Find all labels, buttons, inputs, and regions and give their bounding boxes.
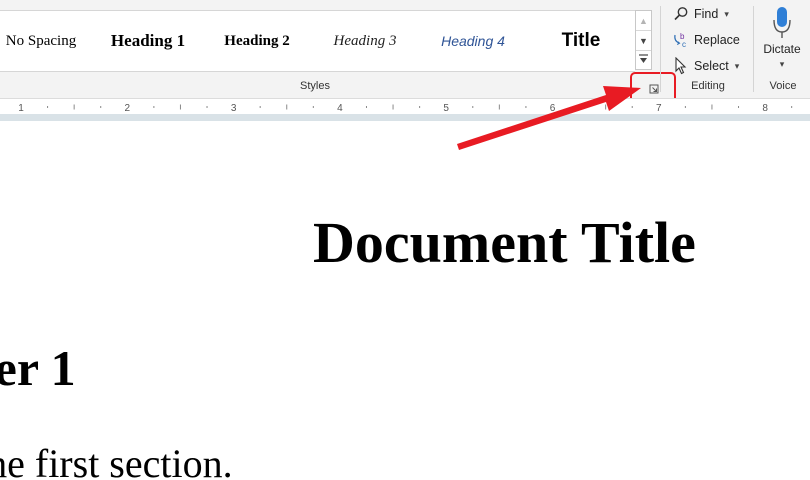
- styles-gallery-scroller: ▲ ▼: [635, 10, 652, 70]
- body-text: the first section.: [0, 441, 233, 480]
- ruler-number: 6: [550, 103, 556, 114]
- editing-group-label: Editing: [691, 80, 725, 92]
- voice-group-label: Voice: [769, 80, 797, 92]
- ruler-margin-strip: [0, 114, 810, 121]
- style-heading-4[interactable]: Heading 4: [424, 11, 522, 71]
- group-divider: [660, 6, 661, 92]
- replace-icon: b c: [672, 31, 690, 49]
- document-title: Document Title: [313, 210, 696, 275]
- ruler-number: 4: [337, 103, 343, 114]
- select-label: Select: [694, 59, 729, 73]
- style-title[interactable]: Title: [540, 11, 622, 71]
- ribbon: No Spacing Heading 1 Heading 2 Heading 3…: [0, 0, 810, 108]
- chapter-heading: ter 1: [0, 340, 76, 396]
- styles-group-label: Styles: [300, 80, 330, 92]
- styles-dialog-launcher-icon[interactable]: [647, 82, 661, 96]
- chevron-down-icon[interactable]: ▾: [724, 9, 729, 20]
- chevron-down-icon[interactable]: ▾: [758, 59, 806, 70]
- svg-text:c: c: [682, 40, 686, 49]
- ruler-number: 1: [18, 103, 24, 114]
- ruler-number: 7: [656, 103, 662, 114]
- style-heading-2[interactable]: Heading 2: [212, 11, 302, 71]
- styles-gallery: No Spacing Heading 1 Heading 2 Heading 3…: [0, 10, 635, 72]
- gallery-more-icon[interactable]: [636, 49, 651, 68]
- ruler-number: 5: [443, 103, 449, 114]
- gallery-expand-icon: [639, 53, 648, 63]
- chevron-down-icon[interactable]: ▾: [735, 61, 740, 72]
- ruler-ticks: 1 2 3 4 5 6 7 8: [18, 103, 793, 114]
- ruler-number: 2: [125, 103, 131, 114]
- gallery-scroll-down-icon[interactable]: ▼: [636, 30, 651, 51]
- search-icon: [672, 6, 690, 22]
- replace-label: Replace: [694, 33, 740, 47]
- horizontal-ruler[interactable]: 1 2 3 4 5 6 7 8: [0, 98, 810, 115]
- style-no-spacing[interactable]: No Spacing: [0, 11, 82, 71]
- replace-button[interactable]: b c Replace: [672, 29, 740, 51]
- group-divider: [753, 6, 754, 92]
- gallery-scroll-up-icon[interactable]: ▲: [636, 11, 651, 30]
- microphone-icon: [772, 6, 792, 45]
- ruler-number: 8: [762, 103, 768, 114]
- dictate-label: Dictate: [763, 42, 801, 56]
- style-heading-3[interactable]: Heading 3: [318, 11, 412, 71]
- find-label: Find: [694, 7, 719, 21]
- find-button[interactable]: Find ▾: [672, 3, 729, 25]
- dictate-button[interactable]: Dictate ▾: [758, 4, 806, 74]
- cursor-arrow-icon: [672, 57, 690, 75]
- document-canvas[interactable]: Document Title ter 1 the first section.: [0, 121, 810, 480]
- ruler-number: 3: [231, 103, 237, 114]
- select-button[interactable]: Select ▾: [672, 55, 739, 77]
- style-heading-1[interactable]: Heading 1: [96, 11, 200, 71]
